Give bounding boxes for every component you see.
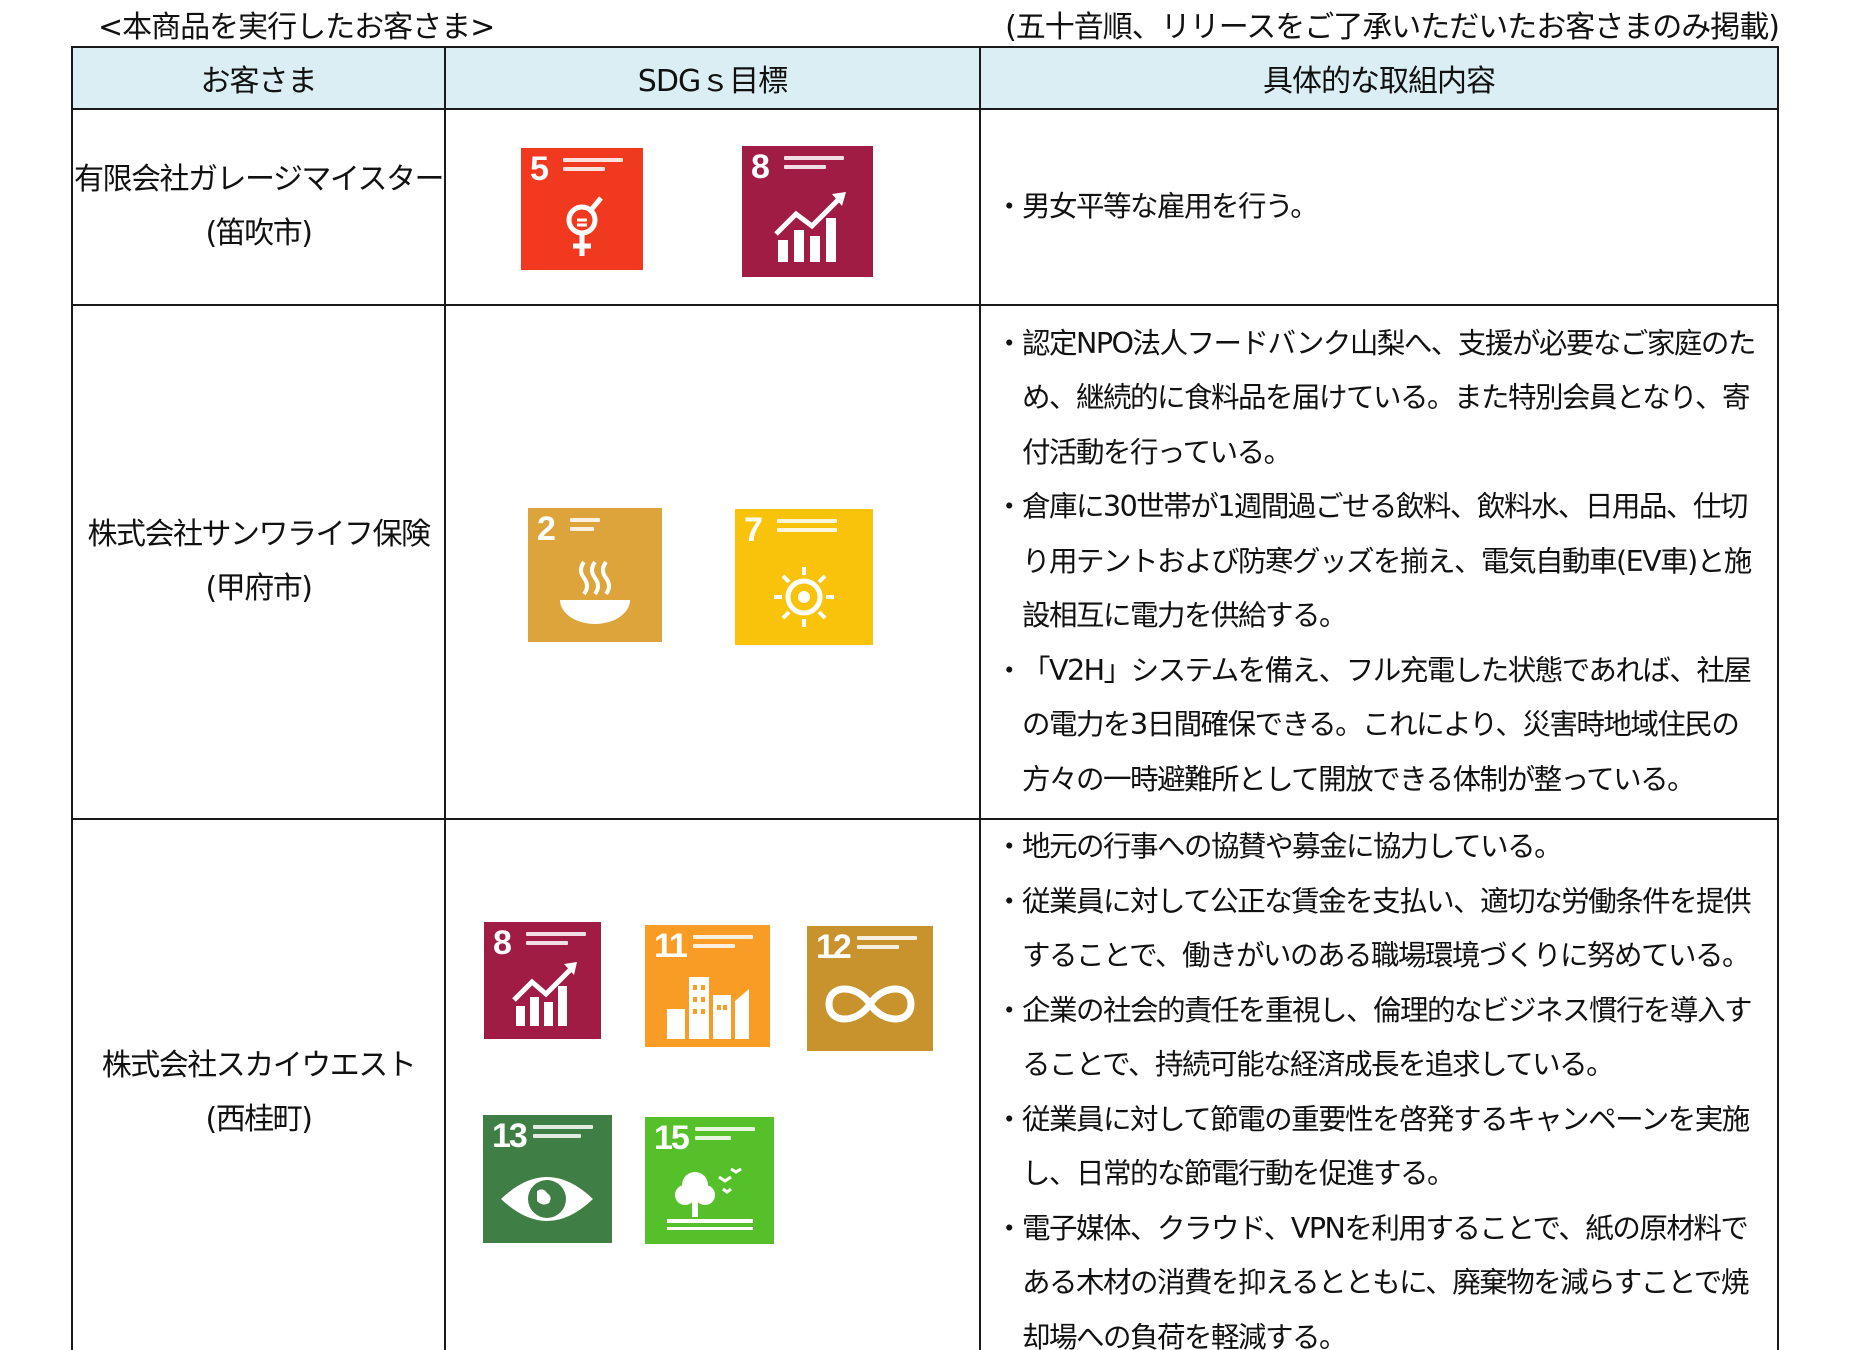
table-row: 株式会社スカイウエスト (西桂町) 8 11 12 13 15 ・ 地元の行事へ… [71, 818, 1779, 1350]
sdg-goal-5-icon: 5 [521, 148, 643, 270]
table-row: 有限会社ガレージマイスター (笛吹市) 5 8 ・ 男女平等な雇用を行う。 [71, 108, 1779, 306]
customer-cell: 株式会社サンワライフ保険 (甲府市) [71, 304, 446, 820]
customer-name: 株式会社スカイウエスト [101, 1047, 417, 1083]
customer-city: (笛吹市) [205, 216, 313, 251]
list-item: ・「V2H」システムを備え、フル充電した状態であれば、社屋の電力を3日間確保でき… [995, 653, 1752, 796]
sdg-goals-cell: 2 7 [444, 304, 981, 820]
earth-eye-icon [501, 1177, 593, 1221]
sdg-goal-7-icon: 7 [735, 509, 873, 645]
customer-name: 有限会社ガレージマイスター [74, 162, 445, 197]
list-item: ・地元の行事への協賛や募金に協力している。 [995, 830, 1563, 863]
initiatives-cell: ・認定NPO法人フードバンク山梨へ、支援が必要なご家庭のため、継続的に食料品を届… [979, 304, 1779, 820]
list-caption: <本商品を実行したお客さま> [98, 10, 495, 45]
customer-name: 株式会社サンワライフ保険 [87, 517, 432, 552]
sdg-goals-cell: 8 11 12 13 15 [444, 818, 981, 1350]
customer-city: (甲府市) [205, 571, 313, 606]
list-item: ・企業の社会的責任を重視し、倫理的なビジネス慣行を導入することで、持続可能な経済… [995, 993, 1753, 1082]
sun-energy-icon [774, 567, 834, 627]
sdg-goal-8-icon: 8 [742, 146, 873, 277]
customer-cell: 株式会社スカイウエスト (西桂町) [71, 818, 446, 1350]
customer-table: お客さま SDGｓ目標 具体的な取組内容 有限会社ガレージマイスター (笛吹市)… [71, 46, 1779, 1350]
customer-city: (西桂町) [205, 1101, 313, 1137]
city-buildings-icon [667, 977, 749, 1039]
sdg-goal-2-icon: 2 [528, 508, 662, 642]
gender-equality-icon [566, 196, 603, 256]
list-item: ・倉庫に30世帯が1週間過ごせる飲料、飲料水、日用品、仕切り用テントおよび防寒グ… [995, 490, 1752, 633]
sdg-goal-8-icon: 8 [484, 922, 601, 1039]
header-sdg-goals: SDGｓ目標 [444, 46, 981, 110]
growth-chart-icon [512, 962, 577, 1026]
sdg-goals-cell: 5 8 [444, 108, 981, 306]
sdg-goal-12-icon: 12 [807, 926, 933, 1051]
food-bowl-icon [560, 560, 630, 624]
list-note: (五十音順、リリースをご了承いただいたお客さまのみ掲載) [1005, 10, 1780, 45]
tree-birds-icon [667, 1167, 753, 1230]
list-item: ・従業員に対して節電の重要性を啓発するキャンペーンを実施し、日常的な節電行動を促… [995, 1102, 1750, 1191]
list-item: ・認定NPO法人フードバンク山梨へ、支援が必要なご家庭のため、継続的に食料品を届… [995, 326, 1756, 469]
customer-cell: 有限会社ガレージマイスター (笛吹市) [71, 108, 446, 306]
growth-chart-icon [774, 192, 846, 262]
list-item: ・従業員に対して公正な賃金を支払い、適切な労働条件を提供することで、働きがいのあ… [995, 884, 1752, 973]
list-item: ・電子媒体、クラウド、VPNを利用することで、紙の原材料である木材の消費を抑える… [995, 1211, 1749, 1350]
sdg-goal-15-icon: 15 [645, 1117, 774, 1244]
header-initiatives: 具体的な取組内容 [979, 46, 1779, 110]
table-header-row: お客さま SDGｓ目標 具体的な取組内容 [71, 46, 1779, 110]
sdg-goal-13-icon: 13 [483, 1115, 612, 1243]
list-item: ・男女平等な雇用を行う。 [995, 189, 1319, 223]
infinity-icon [825, 985, 915, 1023]
initiatives-cell: ・男女平等な雇用を行う。 [979, 108, 1779, 306]
sdg-goal-11-icon: 11 [645, 925, 770, 1047]
header-customer: お客さま [71, 46, 446, 110]
table-row: 株式会社サンワライフ保険 (甲府市) 2 7 ・ 認定NPO法人フードバンク山梨… [71, 304, 1779, 820]
initiatives-cell: ・地元の行事への協賛や募金に協力している。 ・従業員に対して公正な賃金を支払い、… [979, 818, 1779, 1350]
